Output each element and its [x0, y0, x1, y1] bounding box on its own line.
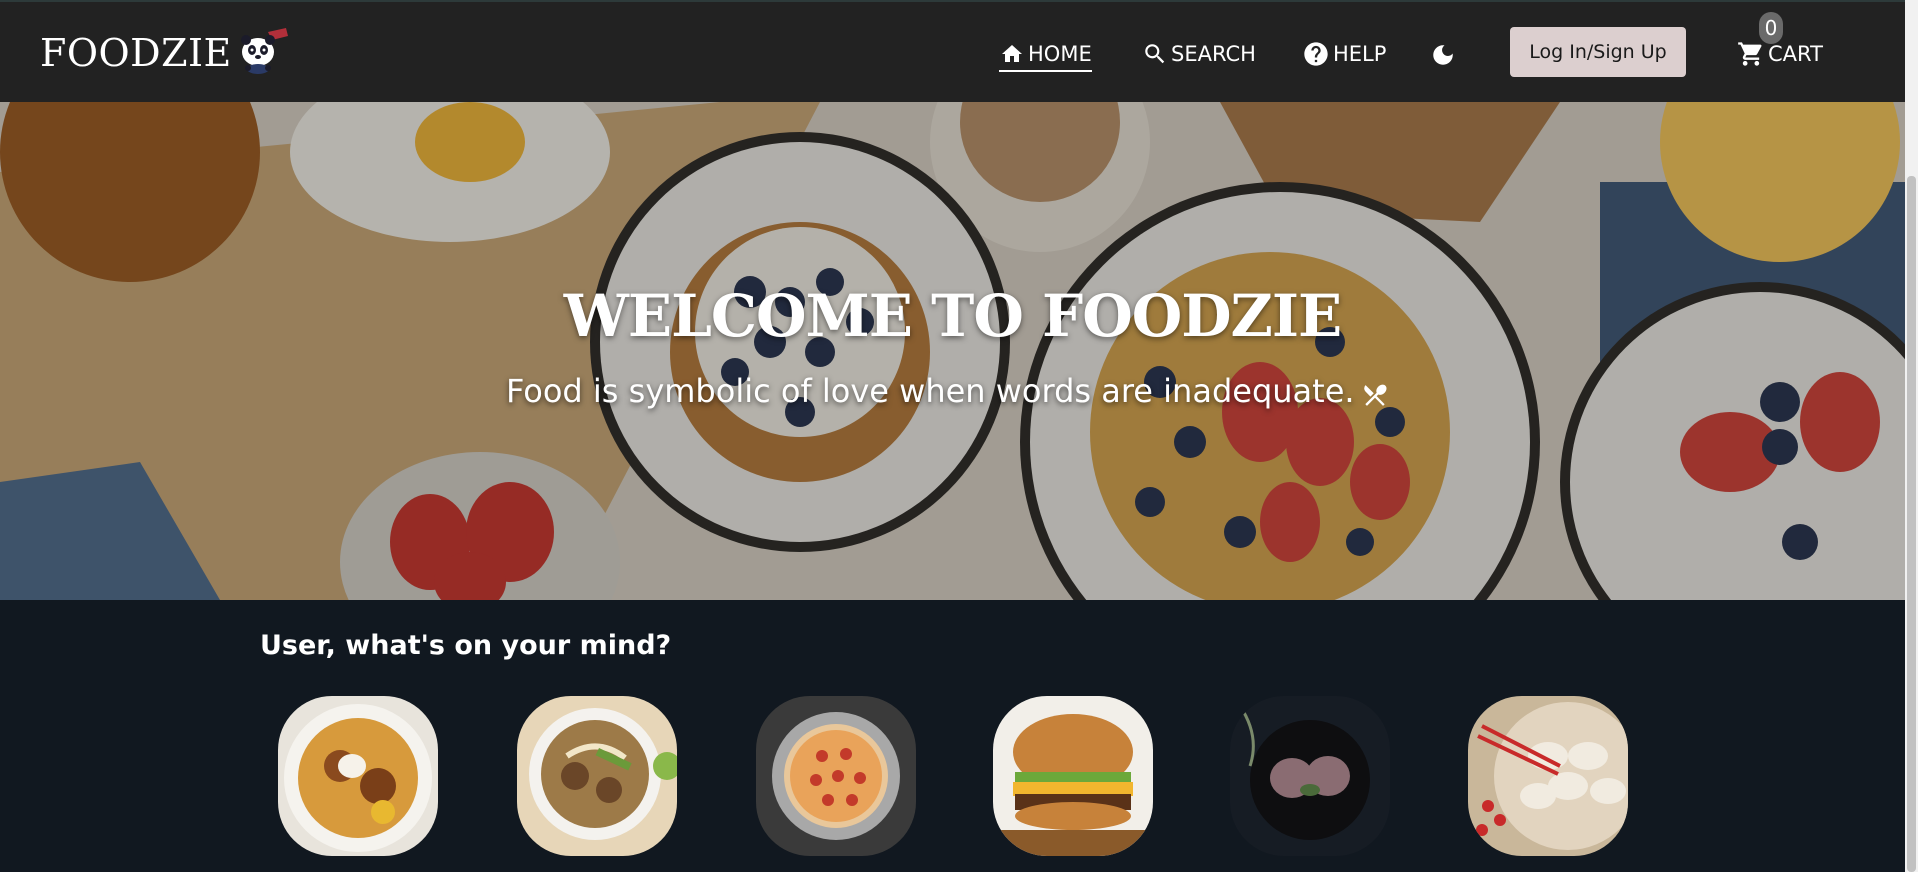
food-item-biryani[interactable]: [278, 696, 438, 856]
burger-image: [993, 696, 1153, 856]
home-icon: [1002, 45, 1022, 62]
nav-home-label: HOME: [1028, 41, 1092, 66]
brand-name: FOODZIE: [40, 31, 232, 75]
brand-logo[interactable]: FOODZIE: [40, 28, 290, 75]
section-heading: User, what's on your mind?: [260, 630, 672, 661]
food-item-dumplings[interactable]: [1468, 696, 1628, 856]
food-item-dessert[interactable]: [1230, 696, 1390, 856]
nav-help-label: HELP: [1333, 41, 1387, 66]
dumplings-image: [1468, 696, 1628, 856]
cart-icon: [1738, 42, 1762, 66]
hero-title: WELCOME TO FOODZIE: [563, 282, 1343, 350]
fork-knife-icon: [1363, 384, 1387, 406]
help-icon: [1304, 42, 1328, 66]
food-item-noodle-soup[interactable]: [517, 696, 677, 856]
moon-icon: [1433, 45, 1453, 65]
hero-banner: WELCOME TO FOODZIE Food is symbolic of l…: [0, 102, 1905, 600]
page-scrollbar[interactable]: [1905, 0, 1918, 872]
page: FOODZIE HOME SEARCH HELP Log In/Sign Up …: [0, 0, 1918, 872]
nav-home[interactable]: HOME: [999, 38, 1092, 72]
theme-toggle[interactable]: [1430, 39, 1459, 71]
nav-cart[interactable]: CART: [1737, 38, 1823, 70]
noodle-soup-image: [517, 696, 677, 856]
hero-subtitle-row: Food is symbolic of love when words are …: [506, 372, 1389, 410]
food-item-pizza[interactable]: [756, 696, 916, 856]
whats-on-your-mind-section: User, what's on your mind?: [0, 600, 1918, 872]
pizza-image: [756, 696, 916, 856]
panda-logo-icon: [240, 28, 288, 74]
scrollbar-thumb[interactable]: [1907, 176, 1916, 872]
hero-overlay: [0, 102, 1905, 600]
nav-cart-label: CART: [1768, 41, 1823, 66]
login-signup-button[interactable]: Log In/Sign Up: [1510, 27, 1686, 77]
search-icon: [1145, 44, 1165, 64]
food-item-burger[interactable]: [993, 696, 1153, 856]
biryani-image: [278, 696, 438, 856]
hero-subtitle: Food is symbolic of love when words are …: [506, 372, 1355, 410]
navbar: FOODZIE HOME SEARCH HELP Log In/Sign Up …: [0, 0, 1905, 102]
nav-search[interactable]: SEARCH: [1142, 38, 1256, 70]
nav-help[interactable]: HELP: [1302, 38, 1386, 70]
dessert-image: [1230, 696, 1390, 856]
cart-count-badge: 0: [1759, 12, 1783, 44]
nav-search-label: SEARCH: [1171, 41, 1256, 66]
